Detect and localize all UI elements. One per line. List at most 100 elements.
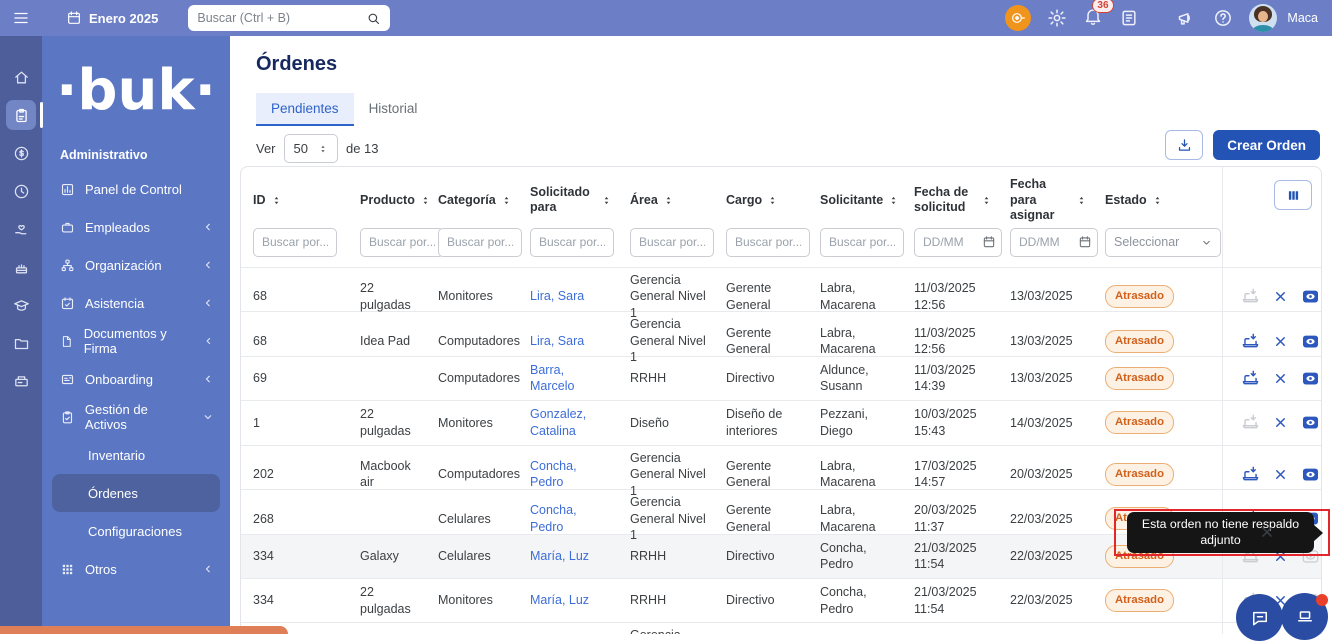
cell-estado: Atrasado xyxy=(1093,281,1222,312)
filter-input-cargo[interactable] xyxy=(726,228,810,257)
cell-solicitado-para: María, Luz xyxy=(518,544,618,569)
sort-icon[interactable] xyxy=(601,195,612,206)
page-size-select[interactable]: 50 xyxy=(284,134,338,163)
search-icon[interactable] xyxy=(366,11,381,26)
rail-item-payments[interactable] xyxy=(6,366,36,396)
create-order-button[interactable]: Crear Orden xyxy=(1213,130,1320,160)
sidebar-item-asistencia[interactable]: Asistencia xyxy=(42,284,230,322)
cancel-order-button[interactable] xyxy=(1273,467,1288,482)
period-selector[interactable]: Enero 2025 xyxy=(66,10,158,26)
sidebar-item-panel-de-control[interactable]: Panel de Control xyxy=(42,170,230,208)
solicitado-para-link[interactable]: Gonzalez, Catalina xyxy=(530,407,586,438)
view-order-button[interactable] xyxy=(1301,465,1320,484)
filter-input--rea[interactable] xyxy=(630,228,714,257)
sort-icon[interactable] xyxy=(1076,195,1087,206)
notifications-button[interactable]: 36 xyxy=(1083,6,1103,31)
assign-asset-button[interactable] xyxy=(1241,287,1260,306)
sidebar-item-otros[interactable]: Otros xyxy=(42,550,230,588)
filter-input-categor-a[interactable] xyxy=(438,228,522,257)
money-icon xyxy=(13,145,30,162)
sort-icon[interactable] xyxy=(767,195,778,206)
sidebar-item-gesti-n-de-activos[interactable]: Gestión de Activos xyxy=(42,398,230,436)
sidebar-item-organizaci-n[interactable]: Organización xyxy=(42,246,230,284)
assign-asset-button[interactable] xyxy=(1241,413,1260,432)
assign-asset-button[interactable] xyxy=(1241,332,1260,351)
filter-input-id[interactable] xyxy=(253,228,337,257)
help-icon[interactable] xyxy=(1213,8,1233,28)
solicitado-para-link[interactable]: Barra, Marcelo xyxy=(530,363,574,394)
sidebar-subitem-configuraciones[interactable]: Configuraciones xyxy=(42,512,230,550)
assistant-button[interactable] xyxy=(1005,5,1031,31)
cell-solicitante: Aldunce, Susann xyxy=(808,358,902,399)
rail-item-benefits[interactable] xyxy=(6,214,36,244)
filter-select-estado[interactable]: Seleccionar xyxy=(1105,228,1221,257)
filter-cell xyxy=(618,224,714,267)
search-input[interactable] xyxy=(197,11,366,25)
cell-id: 68 xyxy=(241,284,348,309)
sidebar-subitem--rdenes[interactable]: Órdenes xyxy=(52,474,220,512)
sort-icon[interactable] xyxy=(663,195,674,206)
sort-icon[interactable] xyxy=(271,195,282,206)
filter-cell: Seleccionar xyxy=(1093,224,1222,267)
download-button[interactable] xyxy=(1165,130,1203,160)
cell-area: RRHH xyxy=(618,366,714,391)
cancel-order-button[interactable] xyxy=(1273,415,1288,430)
rail-item-asset-management[interactable] xyxy=(6,100,36,130)
sort-icon[interactable] xyxy=(501,195,512,206)
filter-date-fecha-para-asignar[interactable] xyxy=(1010,228,1098,257)
filter-input-solicitado-para[interactable] xyxy=(530,228,614,257)
page-size-row: Ver 50 de 13 xyxy=(256,134,379,163)
cell-id: 334 xyxy=(241,588,348,613)
filter-date-fecha-de-solicitud[interactable] xyxy=(914,228,1002,257)
cancel-order-button[interactable] xyxy=(1273,289,1288,304)
solicitado-para-link[interactable]: Concha, Pedro xyxy=(530,459,577,490)
gear-icon[interactable] xyxy=(1047,8,1067,28)
solicitado-para-link[interactable]: María, Luz xyxy=(530,593,589,607)
laptop-icon xyxy=(1295,607,1315,627)
clipboard-check-icon xyxy=(60,410,75,425)
tab-historial[interactable]: Historial xyxy=(354,93,433,126)
menu-toggle-button[interactable] xyxy=(0,9,42,27)
sidebar-item-label: Otros xyxy=(85,562,117,577)
filter-cell xyxy=(998,224,1093,267)
rail-item-home[interactable] xyxy=(6,62,36,92)
sidebar-subitem-inventario[interactable]: Inventario xyxy=(42,436,230,474)
cancel-order-button[interactable] xyxy=(1273,334,1288,349)
view-order-button[interactable] xyxy=(1301,332,1320,351)
rail-item-documents[interactable] xyxy=(6,328,36,358)
page-size-value: 50 xyxy=(294,141,308,156)
solicitado-para-link[interactable]: María, Luz xyxy=(530,549,589,563)
solicitado-para-link[interactable]: Lira, Sara xyxy=(530,334,584,348)
view-order-button[interactable] xyxy=(1301,369,1320,388)
avatar[interactable] xyxy=(1249,4,1277,32)
briefcase-icon xyxy=(60,220,75,235)
solicitado-para-link[interactable]: Concha, Pedro xyxy=(530,503,577,534)
sidebar-item-documentos-y-firma[interactable]: Documentos y Firma xyxy=(42,322,230,360)
rail-item-talent[interactable] xyxy=(6,290,36,320)
cell-fecha-asignar: 13/03/2025 xyxy=(998,284,1093,309)
sort-icon[interactable] xyxy=(888,195,899,206)
sidebar-item-onboarding[interactable]: Onboarding xyxy=(42,360,230,398)
news-icon[interactable] xyxy=(1119,8,1139,28)
rail-item-clock[interactable] xyxy=(6,176,36,206)
sort-icon[interactable] xyxy=(1152,195,1163,206)
view-order-button[interactable] xyxy=(1301,413,1320,432)
filter-input-solicitante[interactable] xyxy=(820,228,904,257)
assign-asset-button[interactable] xyxy=(1241,369,1260,388)
solicitado-para-link[interactable]: Lira, Sara xyxy=(530,289,584,303)
cell-area: Gerencia General Nivel 1 xyxy=(618,312,714,370)
assign-asset-button[interactable] xyxy=(1241,465,1260,484)
rail-item-culture[interactable] xyxy=(6,252,36,282)
columns-config-button[interactable] xyxy=(1274,180,1312,210)
cancel-order-button[interactable] xyxy=(1273,371,1288,386)
sidebar-item-empleados[interactable]: Empleados xyxy=(42,208,230,246)
view-filled-icon xyxy=(1301,413,1320,432)
asset-management-icon xyxy=(13,107,30,124)
tab-pendientes[interactable]: Pendientes xyxy=(256,93,354,126)
column-header-solicitado-para: Solicitado para xyxy=(518,167,618,224)
announcements-icon[interactable] xyxy=(1177,8,1197,28)
cell-solicitante: Labra, Macarena xyxy=(808,454,902,495)
view-order-button[interactable] xyxy=(1301,287,1320,306)
sort-icon[interactable] xyxy=(981,195,992,206)
rail-item-money[interactable] xyxy=(6,138,36,168)
